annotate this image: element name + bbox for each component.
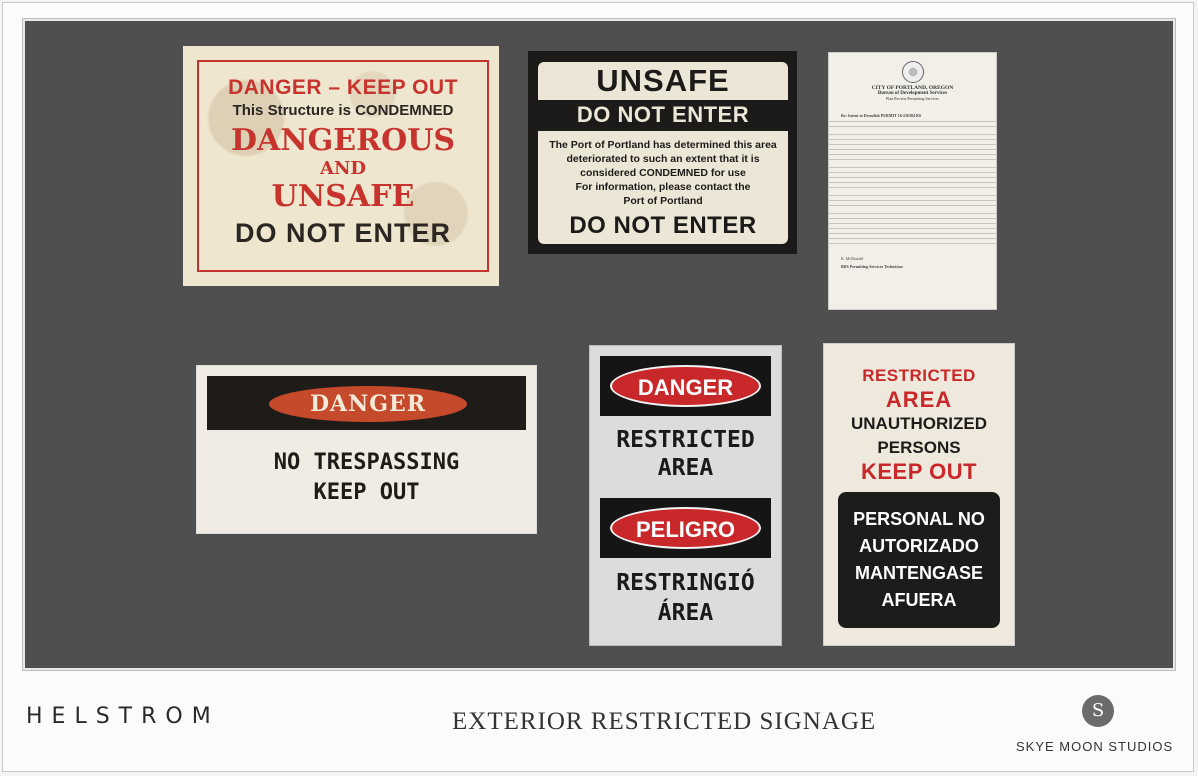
sign-line: AND xyxy=(319,158,367,179)
sign-line: UNSAFE xyxy=(271,179,415,214)
sign-header-band: PELIGRO xyxy=(600,498,771,558)
sign-title-panel: UNSAFE xyxy=(538,62,788,100)
studio-name: SKYE MOON STUDIOS xyxy=(1016,739,1174,754)
sign-subtitle-bar: DO NOT ENTER xyxy=(538,103,788,127)
sign-body-line: considered CONDEMNED for use xyxy=(580,167,746,179)
helstrom-logo: HELSTROM xyxy=(26,704,220,729)
sign-title: UNSAFE xyxy=(596,63,730,98)
sign-demolition-notice: CITY OF PORTLAND, OREGON Bureau of Devel… xyxy=(828,52,997,310)
danger-badge: DANGER xyxy=(610,365,761,407)
letter-paragraph xyxy=(829,167,996,192)
letter-re-line: Re: Intent to Demolish PERMIT 16-226384 … xyxy=(841,113,922,118)
sign-info-panel: The Port of Portland has determined this… xyxy=(538,131,788,244)
sign-line: DANGER – KEEP OUT xyxy=(228,76,458,99)
sign-footer-text: DO NOT ENTER xyxy=(569,212,757,239)
skye-moon-logo-icon: S xyxy=(1082,695,1114,727)
sign-bilingual-restricted: DANGER RESTRICTED AREA PELIGRO RESTRINGI… xyxy=(589,345,782,646)
sign-line: NO TRESPASSING xyxy=(273,450,460,475)
sign-border: DANGER – KEEP OUT This Structure is COND… xyxy=(197,60,489,272)
danger-badge: DANGER xyxy=(269,386,467,422)
sheet-title: EXTERIOR RESTRICTED SIGNAGE xyxy=(452,708,877,735)
sign-line: KEEP OUT xyxy=(313,480,420,505)
sign-header-band: DANGER xyxy=(207,376,526,430)
sign-line: PERSONS xyxy=(877,438,961,457)
sign-line: PERSONAL NO xyxy=(853,509,985,529)
letter-paragraph xyxy=(829,121,996,131)
sign-no-trespassing: DANGER NO TRESPASSING KEEP OUT xyxy=(196,365,537,534)
sign-line: RESTRICTED xyxy=(862,366,976,385)
peligro-badge: PELIGRO xyxy=(610,507,761,549)
sign-body-line: The Port of Portland has determined this… xyxy=(549,139,777,151)
sign-subtitle: DO NOT ENTER xyxy=(576,102,750,127)
sign-restricted-area: RESTRICTED AREA UNAUTHORIZED PERSONS KEE… xyxy=(823,343,1015,646)
sign-line: DO NOT ENTER xyxy=(234,218,451,248)
sign-body-line: Port of Portland xyxy=(623,195,703,207)
sign-body-line: deteriorated to such an extent that it i… xyxy=(566,153,760,165)
city-seal-icon xyxy=(901,61,924,83)
sign-line: AFUERA xyxy=(881,590,957,610)
sign-line: AUTORIZADO xyxy=(859,536,979,556)
sign-line: This Structure is CONDEMNED xyxy=(232,102,454,119)
sign-line: MANTENGASE xyxy=(854,563,983,583)
sign-line: UNAUTHORIZED xyxy=(851,414,987,433)
sign-line: AREA xyxy=(885,387,953,412)
sign-line: AREA xyxy=(657,455,714,481)
sign-line: RESTRINGIÓ xyxy=(616,570,755,596)
letter-paragraph xyxy=(829,195,996,210)
sign-header-band: DANGER xyxy=(600,356,771,416)
sign-danger-keep-out: DANGER – KEEP OUT This Structure is COND… xyxy=(183,46,499,286)
letter-paragraph xyxy=(829,213,996,248)
sign-line: RESTRICTED xyxy=(616,427,755,453)
sign-line: KEEP OUT xyxy=(860,459,978,484)
sign-line: ÁREA xyxy=(657,600,714,626)
sign-line: DANGEROUS xyxy=(230,123,456,158)
letter-paragraph xyxy=(829,134,996,164)
sign-unsafe: UNSAFE DO NOT ENTER The Port of Portland… xyxy=(528,51,797,254)
letter-header: Plan Review/Permitting Services xyxy=(886,96,939,101)
sign-spanish-panel: PERSONAL NO AUTORIZADO MANTENGASE AFUERA xyxy=(838,492,1000,628)
letter-signature-title: BDS Permitting Services Technician xyxy=(841,264,903,269)
sign-body-line: For information, please contact the xyxy=(575,181,751,193)
letter-signature: K. McDonald xyxy=(841,256,863,261)
